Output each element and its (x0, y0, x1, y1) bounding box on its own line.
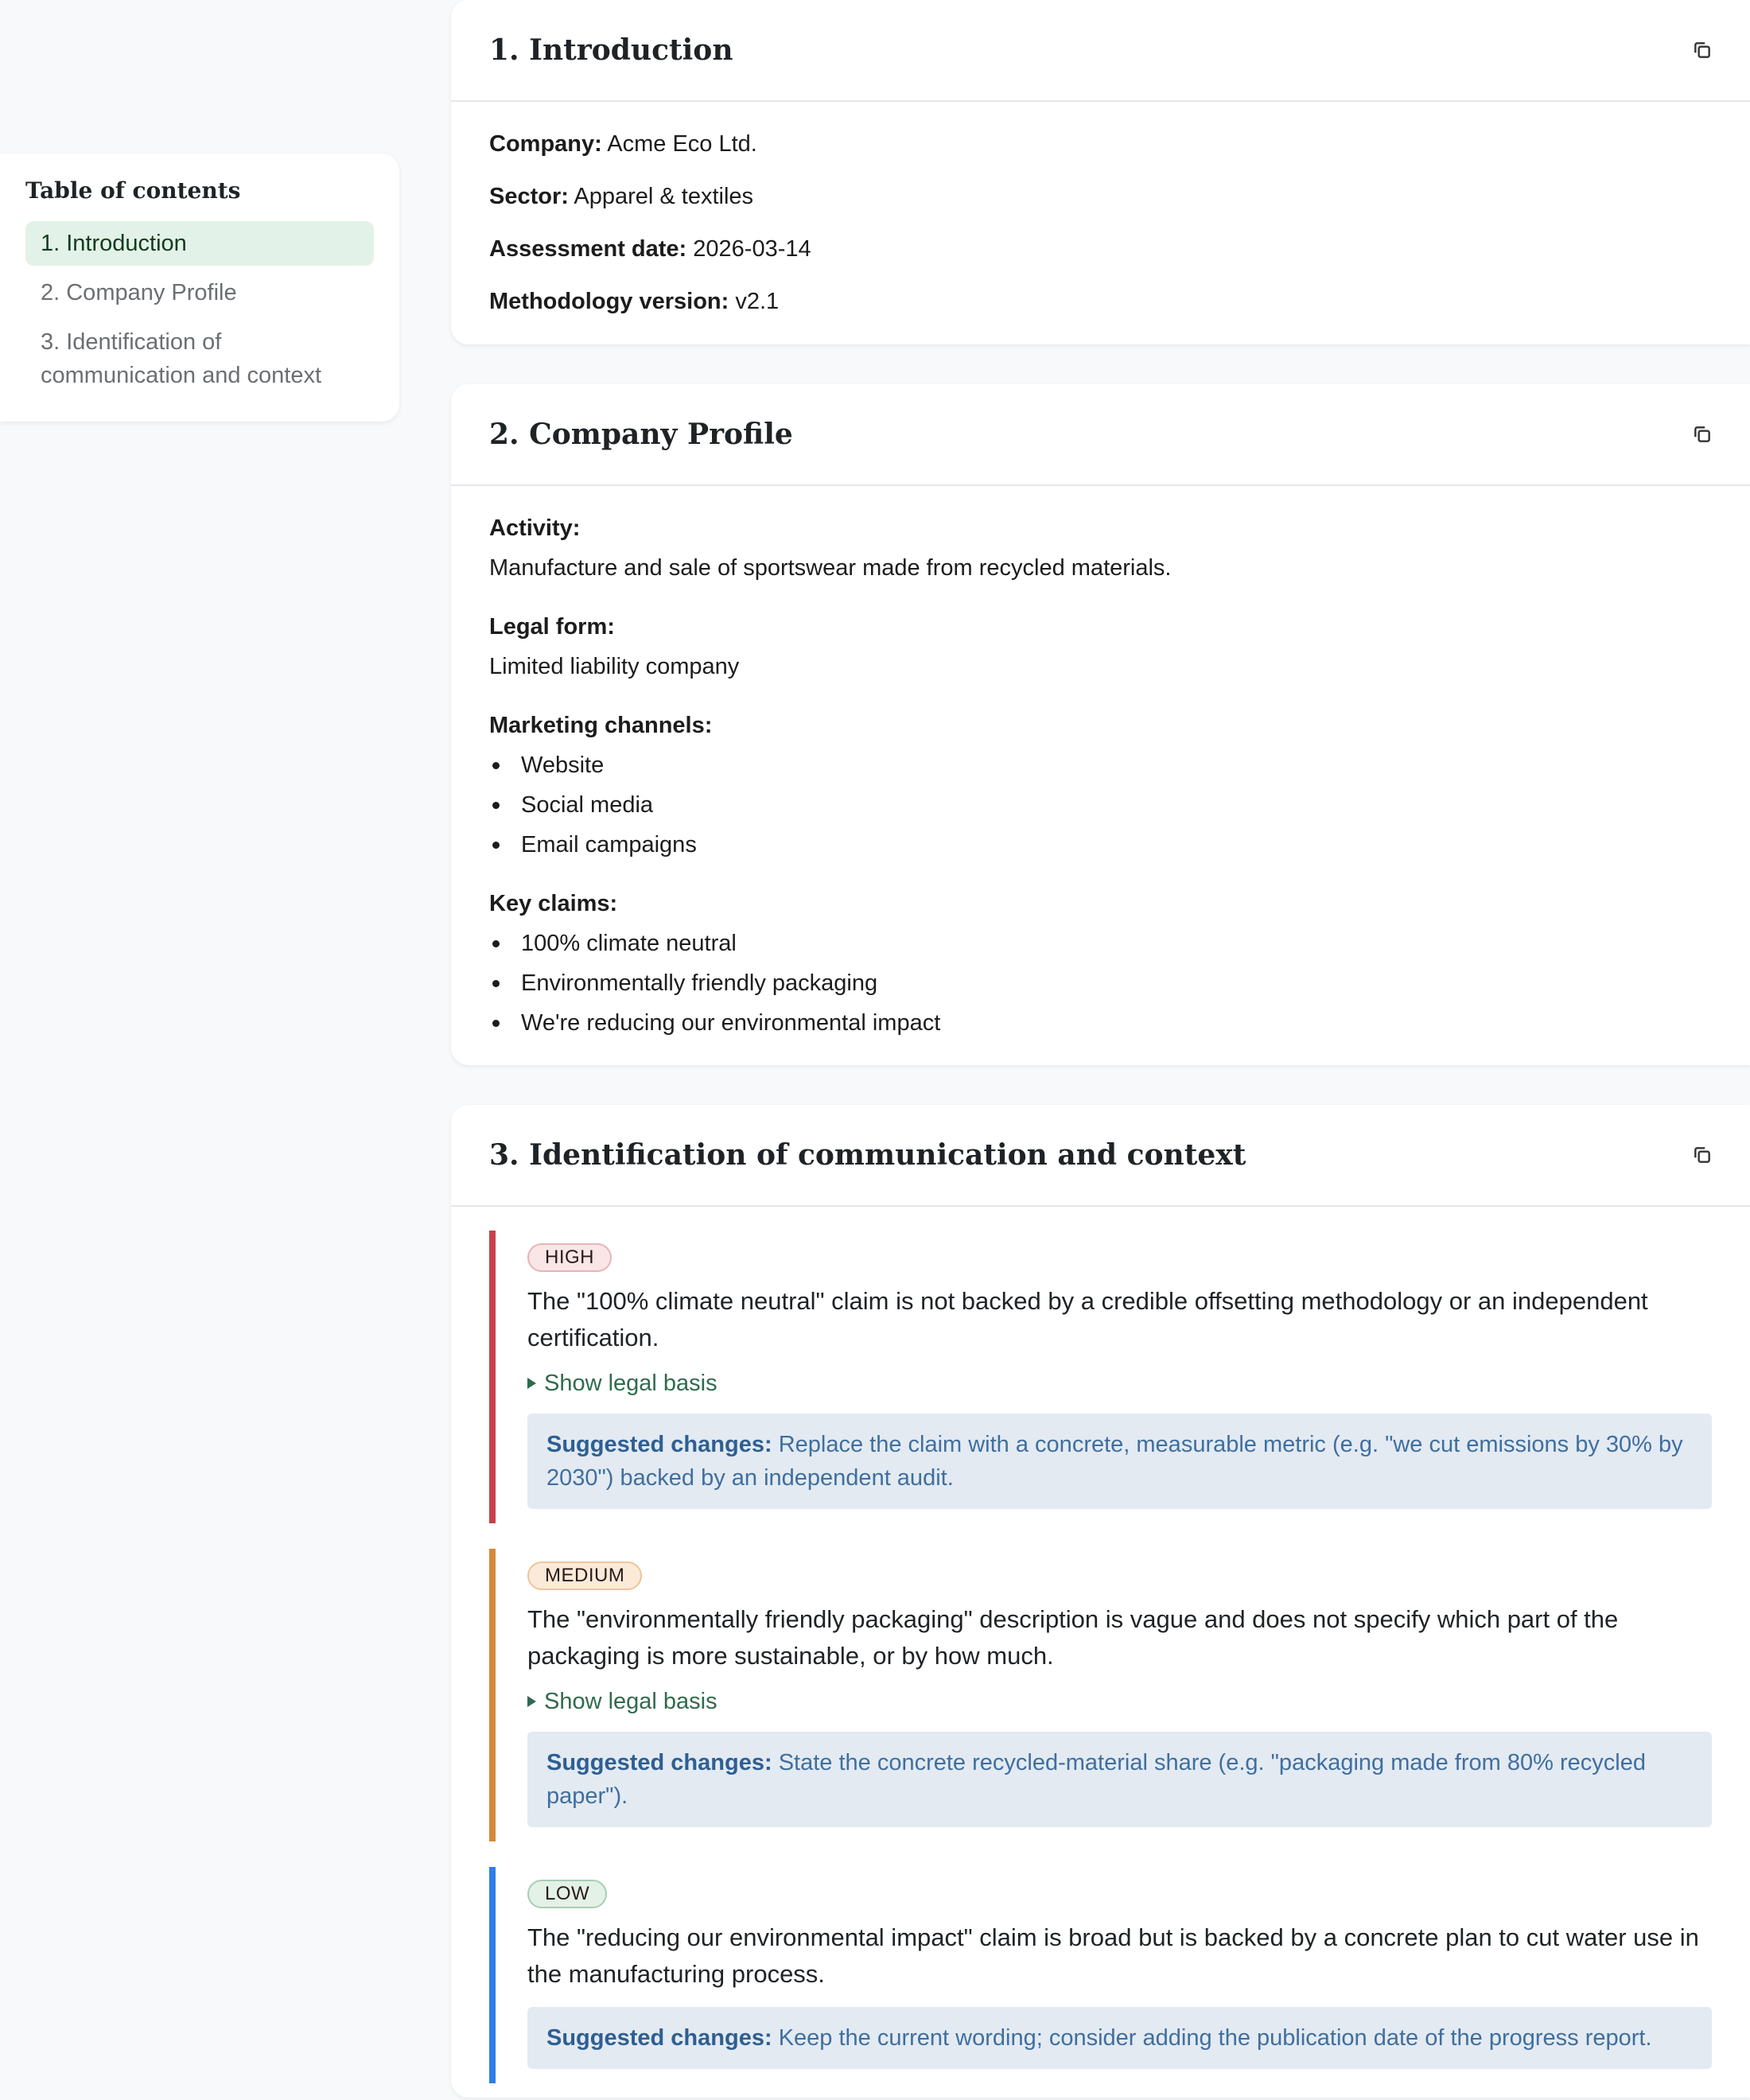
table-of-contents: Table of contents 1. Introduction 2. Com… (0, 154, 399, 422)
triangle-right-icon (527, 1378, 536, 1389)
section-title: 2. Company Profile (489, 418, 793, 451)
suggested-changes: Suggested changes: State the concrete re… (527, 1732, 1712, 1827)
card-body: Activity: Manufacture and sale of sports… (451, 486, 1750, 1071)
company-field: Company: Acme Eco Ltd. (489, 131, 757, 157)
toc-item-company-profile[interactable]: 2. Company Profile (25, 270, 374, 315)
card-header: 3. Identification of communication and c… (451, 1105, 1750, 1207)
finding-low: LOW The "reducing our environmental impa… (489, 1867, 1712, 2083)
severity-badge: HIGH (527, 1243, 612, 1272)
list-item: 100% climate neutral (489, 928, 1712, 959)
finding-high: HIGH The "100% climate neutral" claim is… (489, 1231, 1712, 1523)
sector-field: Sector: Apparel & textiles (489, 184, 754, 209)
legal-form-value: Limited liability company (489, 654, 740, 679)
identification-card: 3. Identification of communication and c… (451, 1105, 1750, 2098)
severity-badge: MEDIUM (527, 1561, 643, 1590)
card-header: 2. Company Profile (451, 384, 1750, 486)
marketing-channels-list: Website Social media Email campaigns (489, 750, 1712, 860)
key-claims-label: Key claims: (489, 891, 618, 916)
copy-button[interactable] (1686, 1139, 1718, 1171)
section-title: 3. Identification of communication and c… (489, 1138, 1246, 1172)
finding-text: The "environmentally friendly packaging"… (527, 1605, 1619, 1670)
toc-title: Table of contents (25, 177, 241, 204)
toc-item-identification[interactable]: 3. Identification of communication and c… (25, 320, 374, 398)
list-item: We're reducing our environmental impact (489, 1008, 1712, 1038)
card-body: Company: Acme Eco Ltd. Sector: Apparel &… (451, 102, 1750, 340)
introduction-card: 1. Introduction Company: Acme Eco Ltd. S… (451, 0, 1750, 344)
activity-label: Activity: (489, 515, 581, 541)
copy-icon (1694, 42, 1710, 58)
copy-button[interactable] (1686, 34, 1718, 66)
card-header: 1. Introduction (451, 0, 1750, 102)
copy-button[interactable] (1686, 418, 1718, 450)
copy-icon (1694, 1147, 1710, 1163)
key-claims-list: 100% climate neutral Environmentally fri… (489, 928, 1712, 1038)
show-legal-basis-toggle[interactable]: Show legal basis (527, 1686, 1712, 1717)
toc-item-introduction[interactable]: 1. Introduction (25, 221, 374, 266)
triangle-right-icon (527, 1696, 536, 1707)
finding-text: The "reducing our environmental impact" … (527, 1923, 1699, 1988)
finding-text: The "100% climate neutral" claim is not … (527, 1287, 1648, 1351)
card-body: HIGH The "100% climate neutral" claim is… (451, 1207, 1750, 2100)
list-item: Email campaigns (489, 830, 1712, 860)
company-profile-card: 2. Company Profile Activity: Manufacture… (451, 384, 1750, 1065)
activity-value: Manufacture and sale of sportswear made … (489, 555, 1172, 581)
assessment-date-field: Assessment date: 2026-03-14 (489, 236, 811, 262)
section-title: 1. Introduction (489, 33, 733, 67)
suggested-changes: Suggested changes: Replace the claim wit… (527, 1414, 1712, 1509)
list-item: Website (489, 750, 1712, 780)
marketing-channels-label: Marketing channels: (489, 713, 713, 738)
legal-form-label: Legal form: (489, 614, 615, 640)
show-legal-basis-toggle[interactable]: Show legal basis (527, 1367, 1712, 1399)
suggested-changes: Suggested changes: Keep the current word… (527, 2007, 1712, 2069)
methodology-version-field: Methodology version: v2.1 (489, 289, 780, 314)
copy-icon (1694, 426, 1710, 442)
list-item: Social media (489, 790, 1712, 820)
severity-badge: LOW (527, 1880, 608, 1908)
finding-medium: MEDIUM The "environmentally friendly pac… (489, 1549, 1712, 1841)
list-item: Environmentally friendly packaging (489, 968, 1712, 998)
